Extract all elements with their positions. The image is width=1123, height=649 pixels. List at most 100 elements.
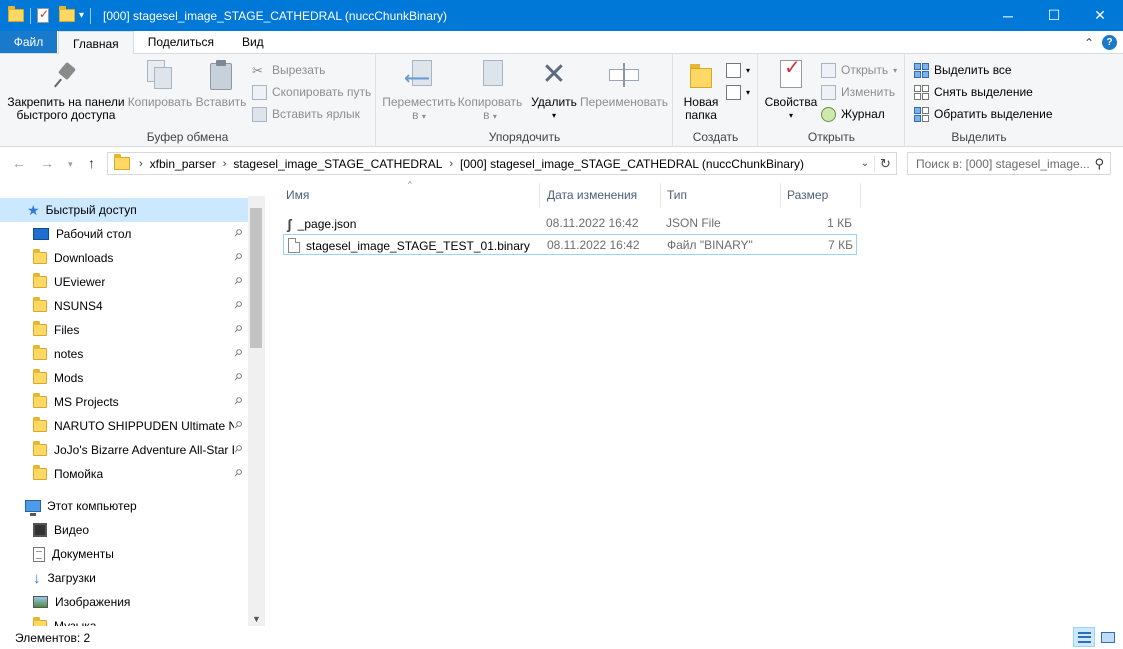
- copy-icon: [147, 60, 173, 90]
- easy-access-button[interactable]: ▾: [726, 82, 750, 102]
- file-type: Файл "BINARY": [667, 238, 753, 252]
- pin-to-quick-access-button[interactable]: Закрепить на панели быстрого доступа: [6, 60, 126, 122]
- maximize-button[interactable]: ☐: [1031, 0, 1077, 31]
- tab-home[interactable]: Главная: [58, 31, 134, 55]
- folder-icon: [33, 441, 47, 456]
- pin-icon[interactable]: ⚲: [231, 299, 244, 312]
- navigation-pane: ★ Быстрый доступ Рабочий стол ⚲ Downloads ⚲…: [0, 196, 264, 626]
- nav-pinned-item[interactable]: Mods ⚲: [0, 366, 248, 390]
- column-name[interactable]: Имя: [280, 183, 540, 207]
- file-row[interactable]: stagesel_image_STAGE_TEST_01.binary 08.1…: [283, 234, 857, 255]
- history-icon: [821, 106, 836, 122]
- close-button[interactable]: ✕: [1077, 0, 1123, 31]
- nav-pc-item[interactable]: Видео: [0, 518, 89, 542]
- recent-locations-dropdown[interactable]: ▾: [68, 159, 73, 170]
- forward-button[interactable]: →: [40, 155, 54, 171]
- properties-button[interactable]: ✓ Свойства ▾: [763, 58, 819, 122]
- breadcrumb-item[interactable]: [000] stagesel_image_STAGE_CATHEDRAL (nu…: [454, 157, 810, 171]
- search-icon[interactable]: ⚲: [1094, 156, 1104, 172]
- nav-pinned-item[interactable]: UEviewer ⚲: [0, 270, 248, 294]
- toolbar-separator: [30, 7, 31, 24]
- nav-pinned-item[interactable]: Помойка ⚲: [0, 462, 248, 486]
- nav-pinned-item[interactable]: notes ⚲: [0, 342, 248, 366]
- nav-item-label: Видео: [54, 523, 90, 537]
- tab-share[interactable]: Поделиться: [134, 31, 228, 53]
- scroll-down-icon[interactable]: ▼: [252, 614, 261, 624]
- tab-view[interactable]: Вид: [228, 31, 278, 53]
- help-icon[interactable]: ?: [1102, 35, 1117, 50]
- nav-pinned-item[interactable]: Рабочий стол ⚲: [0, 222, 248, 246]
- pin-icon: [54, 64, 78, 88]
- pin-icon[interactable]: ⚲: [231, 227, 244, 240]
- column-size[interactable]: Размер: [781, 183, 861, 207]
- cut-button[interactable]: ✂ Вырезать: [252, 60, 325, 80]
- new-folder-icon[interactable]: [59, 6, 75, 22]
- pin-icon[interactable]: ⚲: [231, 395, 244, 408]
- customize-toolbar-dropdown-icon[interactable]: ▾: [79, 10, 84, 21]
- breadcrumb-item[interactable]: xfbin_parser: [144, 157, 222, 171]
- properties-icon[interactable]: [37, 7, 49, 23]
- nav-item-label: UEviewer: [54, 275, 106, 289]
- nav-pc-item[interactable]: Музыка: [0, 614, 96, 626]
- nav-pc-item[interactable]: ↓ Загрузки: [0, 566, 96, 590]
- open-button[interactable]: Открыть ▾: [821, 60, 897, 80]
- delete-button[interactable]: ✕ Удалить ▾: [529, 60, 579, 122]
- properties-label: Свойства: [764, 95, 818, 109]
- file-row[interactable]: ʃ _page.json 08.11.2022 16:42 JSON File 1…: [283, 213, 857, 234]
- nav-pinned-item[interactable]: JoJo's Bizarre Adventure All-Star B ⚲: [0, 438, 248, 462]
- select-all-button[interactable]: Выделить все: [914, 60, 1012, 80]
- details-view-button[interactable]: [1073, 627, 1095, 647]
- quick-access-toolbar: ▾: [0, 0, 93, 31]
- scrollbar-thumb[interactable]: [250, 208, 262, 348]
- nav-pinned-item[interactable]: NSUNS4 ⚲: [0, 294, 248, 318]
- copy-path-button[interactable]: Скопировать путь: [252, 82, 371, 102]
- minimize-button[interactable]: ─: [985, 0, 1031, 31]
- copy-label: Копировать: [127, 95, 193, 109]
- folder-icon: [33, 465, 47, 480]
- nav-pinned-item[interactable]: NARUTO SHIPPUDEN Ultimate Nii ⚲: [0, 414, 248, 438]
- invert-selection-button[interactable]: Обратить выделение: [914, 104, 1053, 124]
- collapse-ribbon-icon[interactable]: ⌃: [1084, 36, 1094, 50]
- nav-pc-item[interactable]: Изображения: [0, 590, 130, 614]
- nav-pc-item[interactable]: Документы: [0, 542, 114, 566]
- pin-icon[interactable]: ⚲: [231, 251, 244, 264]
- up-button[interactable]: ↑: [88, 155, 95, 171]
- new-folder-button[interactable]: Новая папка: [678, 60, 724, 122]
- pin-icon[interactable]: ⚲: [231, 467, 244, 480]
- address-history-dropdown[interactable]: ⌄: [856, 158, 874, 169]
- downloads-icon: ↓: [33, 569, 41, 587]
- large-icons-view-button[interactable]: [1097, 627, 1119, 647]
- folder-icon[interactable]: [8, 6, 24, 22]
- copy-to-button[interactable]: Копировать в ▾: [455, 60, 525, 123]
- history-button[interactable]: Журнал: [821, 104, 885, 124]
- nav-pinned-item[interactable]: MS Projects ⚲: [0, 390, 248, 414]
- paste-button[interactable]: Вставить: [194, 60, 248, 109]
- address-bar[interactable]: › xfbin_parser › stagesel_image_STAGE_CA…: [107, 152, 897, 175]
- search-input[interactable]: Поиск в: [000] stagesel_image... ⚲: [907, 152, 1111, 175]
- new-item-button[interactable]: ▾: [726, 60, 750, 80]
- pin-icon[interactable]: ⚲: [231, 275, 244, 288]
- rename-icon: [609, 60, 639, 90]
- nav-pinned-item[interactable]: Files ⚲: [0, 318, 248, 342]
- breadcrumb-item[interactable]: stagesel_image_STAGE_CATHEDRAL: [227, 157, 448, 171]
- rename-button[interactable]: Переименовать: [579, 60, 669, 109]
- nav-item-label: JoJo's Bizarre Adventure All-Star B: [54, 443, 234, 457]
- back-button[interactable]: ←: [12, 155, 26, 171]
- select-none-button[interactable]: Снять выделение: [914, 82, 1033, 102]
- edit-button[interactable]: Изменить: [821, 82, 895, 102]
- move-to-label-line2: в: [412, 108, 419, 122]
- refresh-button[interactable]: ↻: [874, 155, 896, 172]
- pin-icon[interactable]: ⚲: [231, 323, 244, 336]
- nav-this-pc[interactable]: Этот компьютер: [0, 494, 137, 518]
- pin-icon[interactable]: ⚲: [231, 347, 244, 360]
- move-to-button[interactable]: ⟵ Переместить в ▾: [381, 60, 457, 123]
- copy-button[interactable]: Копировать: [126, 60, 194, 109]
- column-date-modified[interactable]: Дата изменения: [541, 183, 661, 207]
- paste-shortcut-button[interactable]: Вставить ярлык: [252, 104, 360, 124]
- nav-pane-scrollbar[interactable]: ▼: [248, 196, 265, 626]
- tab-file[interactable]: Файл: [0, 31, 57, 53]
- nav-pinned-item[interactable]: Downloads ⚲: [0, 246, 248, 270]
- pin-icon[interactable]: ⚲: [231, 371, 244, 384]
- nav-quick-access[interactable]: ★ Быстрый доступ: [0, 198, 248, 222]
- column-type[interactable]: Тип: [661, 183, 781, 207]
